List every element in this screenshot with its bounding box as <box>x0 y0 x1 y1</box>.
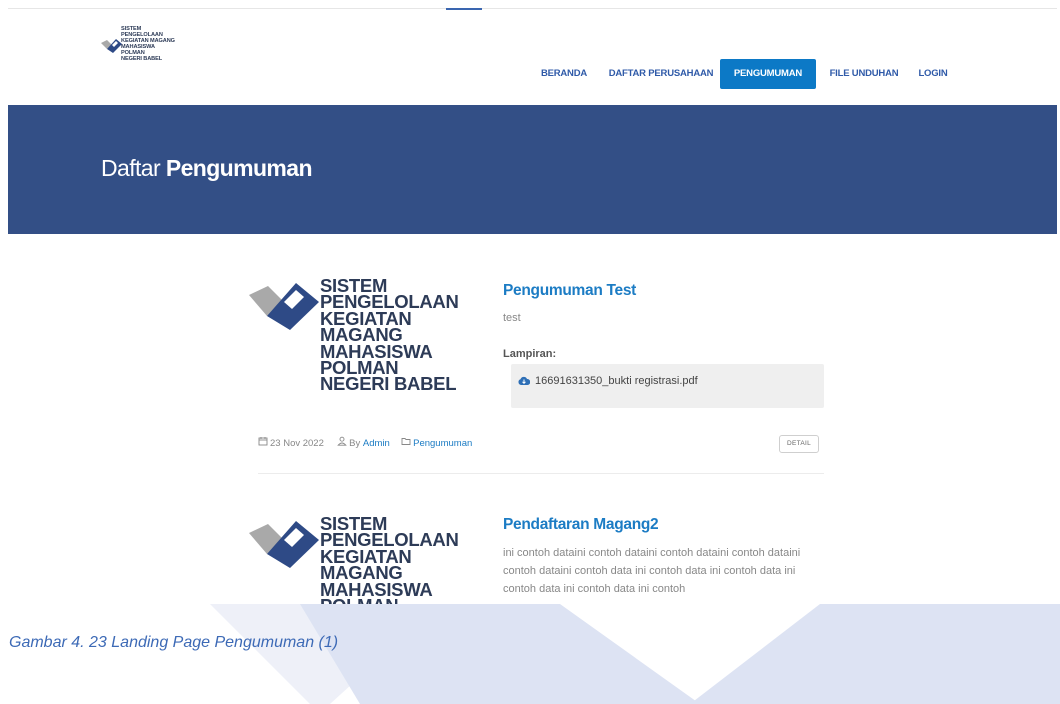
document-background <box>0 604 1060 704</box>
nav-item-file-unduhan[interactable]: FILE UNDUHAN <box>824 59 904 89</box>
by-label: By <box>349 437 361 449</box>
nav-item-beranda[interactable]: BERANDA <box>534 59 594 89</box>
cloud-download-icon <box>518 376 530 385</box>
post-card: SISTEM PENGELOLAAN KEGIATAN MAGANG MAHAS… <box>249 276 824 478</box>
post-card: SISTEM PENGELOLAAN KEGIATAN MAGANG MAHAS… <box>249 513 824 604</box>
attachment-label: Lampiran: <box>503 348 557 360</box>
post-author-link[interactable]: Admin <box>363 438 390 449</box>
nav-item-daftar-perusahaan[interactable]: DAFTAR PERUSAHAAN <box>605 59 717 89</box>
post-thumbnail[interactable]: SISTEM PENGELOLAAN KEGIATAN MAGANG MAHAS… <box>249 276 479 393</box>
calendar-icon <box>258 437 268 446</box>
post-divider <box>258 473 824 474</box>
post-title[interactable]: Pendaftaran Magang2 <box>503 516 659 534</box>
attachment-filename: 16691631350_bukti registrasi.pdf <box>535 375 698 387</box>
post-thumbnail[interactable]: SISTEM PENGELOLAAN KEGIATAN MAGANG MAHAS… <box>249 513 479 604</box>
thumbnail-logo-text: SISTEM PENGELOLAAN KEGIATAN MAGANG MAHAS… <box>320 275 459 395</box>
top-border <box>8 8 1057 9</box>
nav-item-pengumuman[interactable]: PENGUMUMAN <box>720 59 816 89</box>
figure-caption: Gambar 4. 23 Landing Page Pengumuman (1) <box>9 634 339 651</box>
post-date: 23 Nov 2022 <box>270 437 324 449</box>
logo-mark-icon <box>249 521 319 568</box>
post-category-link[interactable]: Pengumuman <box>413 438 472 449</box>
logo-text: SISTEM PENGELOLAAN KEGIATAN MAGANG MAHAS… <box>121 26 175 62</box>
post-meta: 23 Nov 2022 By Admin Pengumuman <box>258 436 472 449</box>
post-title[interactable]: Pengumuman Test <box>503 282 636 300</box>
page-title: Daftar Pengumuman <box>101 155 313 181</box>
folder-icon <box>401 438 411 445</box>
user-icon <box>337 436 347 446</box>
page-hero: Daftar Pengumuman <box>8 105 1057 234</box>
post-excerpt: ini contoh dataini contoh dataini contoh… <box>503 547 801 595</box>
attachment-item[interactable]: 16691631350_bukti registrasi.pdf <box>511 364 824 408</box>
post-excerpt: test <box>503 312 521 324</box>
logo-mark-icon <box>101 39 122 53</box>
top-accent-bar <box>446 8 482 10</box>
logo-mark-icon <box>249 283 319 330</box>
thumbnail-logo-text: SISTEM PENGELOLAAN KEGIATAN MAGANG MAHAS… <box>320 513 459 604</box>
browser-screenshot: SISTEM PENGELOLAAN KEGIATAN MAGANG MAHAS… <box>8 0 1057 604</box>
site-logo[interactable]: SISTEM PENGELOLAAN KEGIATAN MAGANG MAHAS… <box>101 26 211 74</box>
nav-item-login[interactable]: LOGIN <box>912 59 954 89</box>
detail-button[interactable]: DETAIL <box>779 435 819 453</box>
